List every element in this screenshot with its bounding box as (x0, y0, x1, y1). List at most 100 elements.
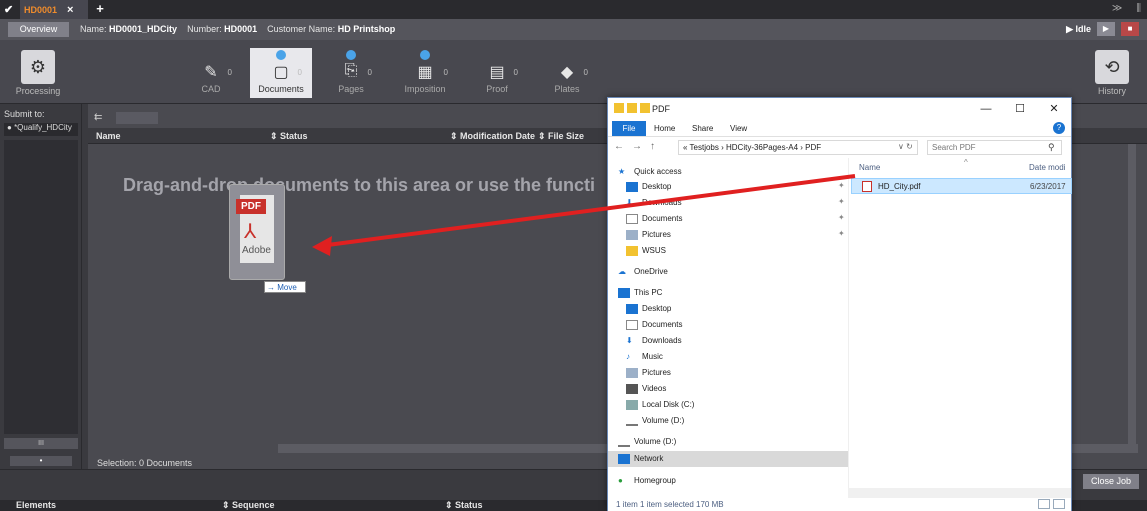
history-tool[interactable]: ⟲ History (1082, 46, 1142, 100)
file-name: HD_City.pdf (878, 182, 921, 191)
search-input[interactable]: Search PDF (927, 140, 1062, 155)
close-icon[interactable]: ✕ (1037, 98, 1071, 120)
plates-icon: ◆ (560, 64, 574, 81)
nav-this-pc[interactable]: This PC (618, 285, 662, 300)
submit-list[interactable] (4, 140, 78, 434)
nav-homegroup[interactable]: ● Homegroup (618, 473, 676, 488)
pin-icon[interactable]: ✦ (838, 197, 845, 206)
app-logo-icon[interactable]: ✔ (4, 3, 18, 16)
col-status-bottom[interactable]: ⇕ Status (445, 500, 483, 511)
nav-downloads[interactable]: ⬇ Downloads (626, 195, 682, 210)
file-explorer-window[interactable]: PDF — ☐ ✕ File Home Share View ? ← → ↑ «… (607, 97, 1072, 511)
explorer-title-bar[interactable]: PDF — ☐ ✕ (608, 98, 1071, 120)
overview-button[interactable]: Overview (8, 22, 69, 37)
minimize-icon[interactable]: — (969, 98, 1003, 120)
desktop-icon (626, 303, 638, 314)
nav-documents[interactable]: Documents (626, 211, 682, 226)
step-proof[interactable]: ▤ 0 Proof (466, 48, 528, 98)
help-icon[interactable]: ? (1053, 122, 1065, 134)
nav-pc-pictures[interactable]: Pictures (626, 365, 671, 380)
nav-volume-d[interactable]: Volume (D:) (626, 413, 684, 428)
nav-pc-documents[interactable]: Documents (626, 317, 682, 332)
grid-icon[interactable]: ⫼ (1136, 3, 1141, 14)
chevron-down-icon[interactable]: ≫ (1112, 3, 1122, 14)
step-imposition[interactable]: ▦ 0 Imposition (392, 48, 458, 98)
pin-icon[interactable]: ✦ (838, 229, 845, 238)
processing-label: Processing (15, 86, 61, 96)
filter-input[interactable] (116, 112, 158, 124)
step-documents[interactable]: ▢ 0 Documents (250, 48, 312, 98)
pictures-icon (626, 229, 638, 240)
col-name[interactable]: Name (96, 131, 121, 141)
details-view-icon[interactable] (1038, 499, 1050, 509)
step-label: Plates (554, 84, 580, 94)
pin-icon[interactable]: ✦ (838, 181, 845, 190)
ribbon-file-tab[interactable]: File (612, 121, 646, 136)
col-sequence[interactable]: ⇕ Sequence (222, 500, 275, 511)
file-row-hd-city[interactable]: HD_City.pdf 6/23/2017 (851, 178, 1072, 194)
nav-music[interactable]: ♪ Music (626, 349, 663, 364)
refresh-icon[interactable]: ∨ ↻ (898, 142, 913, 151)
left-dot-button[interactable]: • (10, 456, 72, 466)
documents-toolbar: ⇇ (88, 104, 608, 128)
nav-quick-access[interactable]: ★ Quick access (618, 164, 682, 179)
submit-panel: Submit to: ● *Qualify_HDCity III • (0, 104, 82, 469)
search-icon[interactable]: ⚲ (1048, 142, 1055, 153)
quick-access-toolbar[interactable] (614, 103, 650, 113)
list-col-date[interactable]: Date modi (1029, 163, 1065, 172)
nav-buttons: ← → ↑ (614, 141, 655, 152)
nav-videos[interactable]: Videos (626, 381, 666, 396)
large-icons-view-icon[interactable] (1053, 499, 1065, 509)
explorer-status-bar: 1 item 1 item selected 170 MB (608, 498, 1071, 511)
col-mod-date[interactable]: ⇕ Modification Date (450, 131, 535, 142)
close-tab-icon[interactable]: × (67, 4, 73, 16)
maximize-icon[interactable]: ☐ (1003, 98, 1037, 120)
file-list-scrollbar[interactable] (848, 488, 1071, 498)
nav-desktop[interactable]: Desktop (626, 179, 671, 194)
filter-icon[interactable]: ⇇ (94, 112, 102, 123)
documents-vertical-scrollbar[interactable] (1128, 144, 1136, 444)
nav-pc-desktop[interactable]: Desktop (626, 301, 671, 316)
address-bar[interactable]: « Testjobs › HDCity-36Pages-A4 › PDF (678, 140, 918, 155)
stop-button[interactable]: ■ (1121, 22, 1139, 36)
desktop-icon (626, 181, 638, 192)
step-label: Imposition (404, 84, 446, 94)
left-scrollbar[interactable]: III (4, 438, 78, 449)
submit-item-qualify[interactable]: ● *Qualify_HDCity (4, 123, 78, 136)
ribbon-share-tab[interactable]: Share (692, 124, 713, 133)
col-elements[interactable]: Elements (16, 500, 56, 510)
nav-wsus[interactable]: WSUS (626, 243, 666, 258)
nav-local-disk[interactable]: Local Disk (C:) (626, 397, 694, 412)
ribbon-home-tab[interactable]: Home (654, 124, 675, 133)
close-job-button[interactable]: Close Job (1083, 474, 1139, 489)
step-cad[interactable]: ✎ 0 CAD (180, 48, 242, 98)
ribbon-view-tab[interactable]: View (730, 124, 747, 133)
window-controls: ≫ ⫼ (1112, 3, 1141, 14)
nav-pc-downloads[interactable]: ⬇ Downloads (626, 333, 682, 348)
col-file-size[interactable]: ⇕ File Size (538, 131, 584, 142)
forward-icon[interactable]: → (632, 141, 642, 152)
download-icon: ⬇ (626, 335, 633, 345)
pdf-file-icon (862, 181, 872, 192)
back-icon[interactable]: ← (614, 141, 624, 152)
step-plates[interactable]: ◆ 0 Plates (536, 48, 598, 98)
pages-icon: ⎘ (344, 62, 358, 79)
processing-tool[interactable]: ⚙ Processing (8, 46, 68, 100)
disk-icon (626, 399, 638, 410)
selection-count: Selection: 0 Documents (97, 458, 193, 468)
up-icon[interactable]: ↑ (650, 141, 655, 152)
nav-pictures[interactable]: Pictures (626, 227, 671, 242)
col-status[interactable]: ⇕ Status (270, 131, 308, 142)
status-idle: ▶ Idle (1066, 23, 1091, 34)
pin-icon[interactable]: ✦ (838, 213, 845, 222)
folder-icon (626, 245, 638, 256)
job-tab[interactable]: HD0001 × (20, 0, 88, 19)
step-label: Documents (258, 84, 304, 94)
step-pages[interactable]: ⎘ 0 Pages (320, 48, 382, 98)
add-tab-button[interactable]: + (92, 1, 108, 18)
nav-volume-d-root[interactable]: Volume (D:) (618, 434, 676, 449)
nav-network[interactable]: Network (608, 451, 848, 467)
list-col-name[interactable]: Name (859, 163, 880, 172)
play-button[interactable]: ▶ (1097, 22, 1115, 36)
nav-onedrive[interactable]: ☁ OneDrive (618, 264, 668, 279)
